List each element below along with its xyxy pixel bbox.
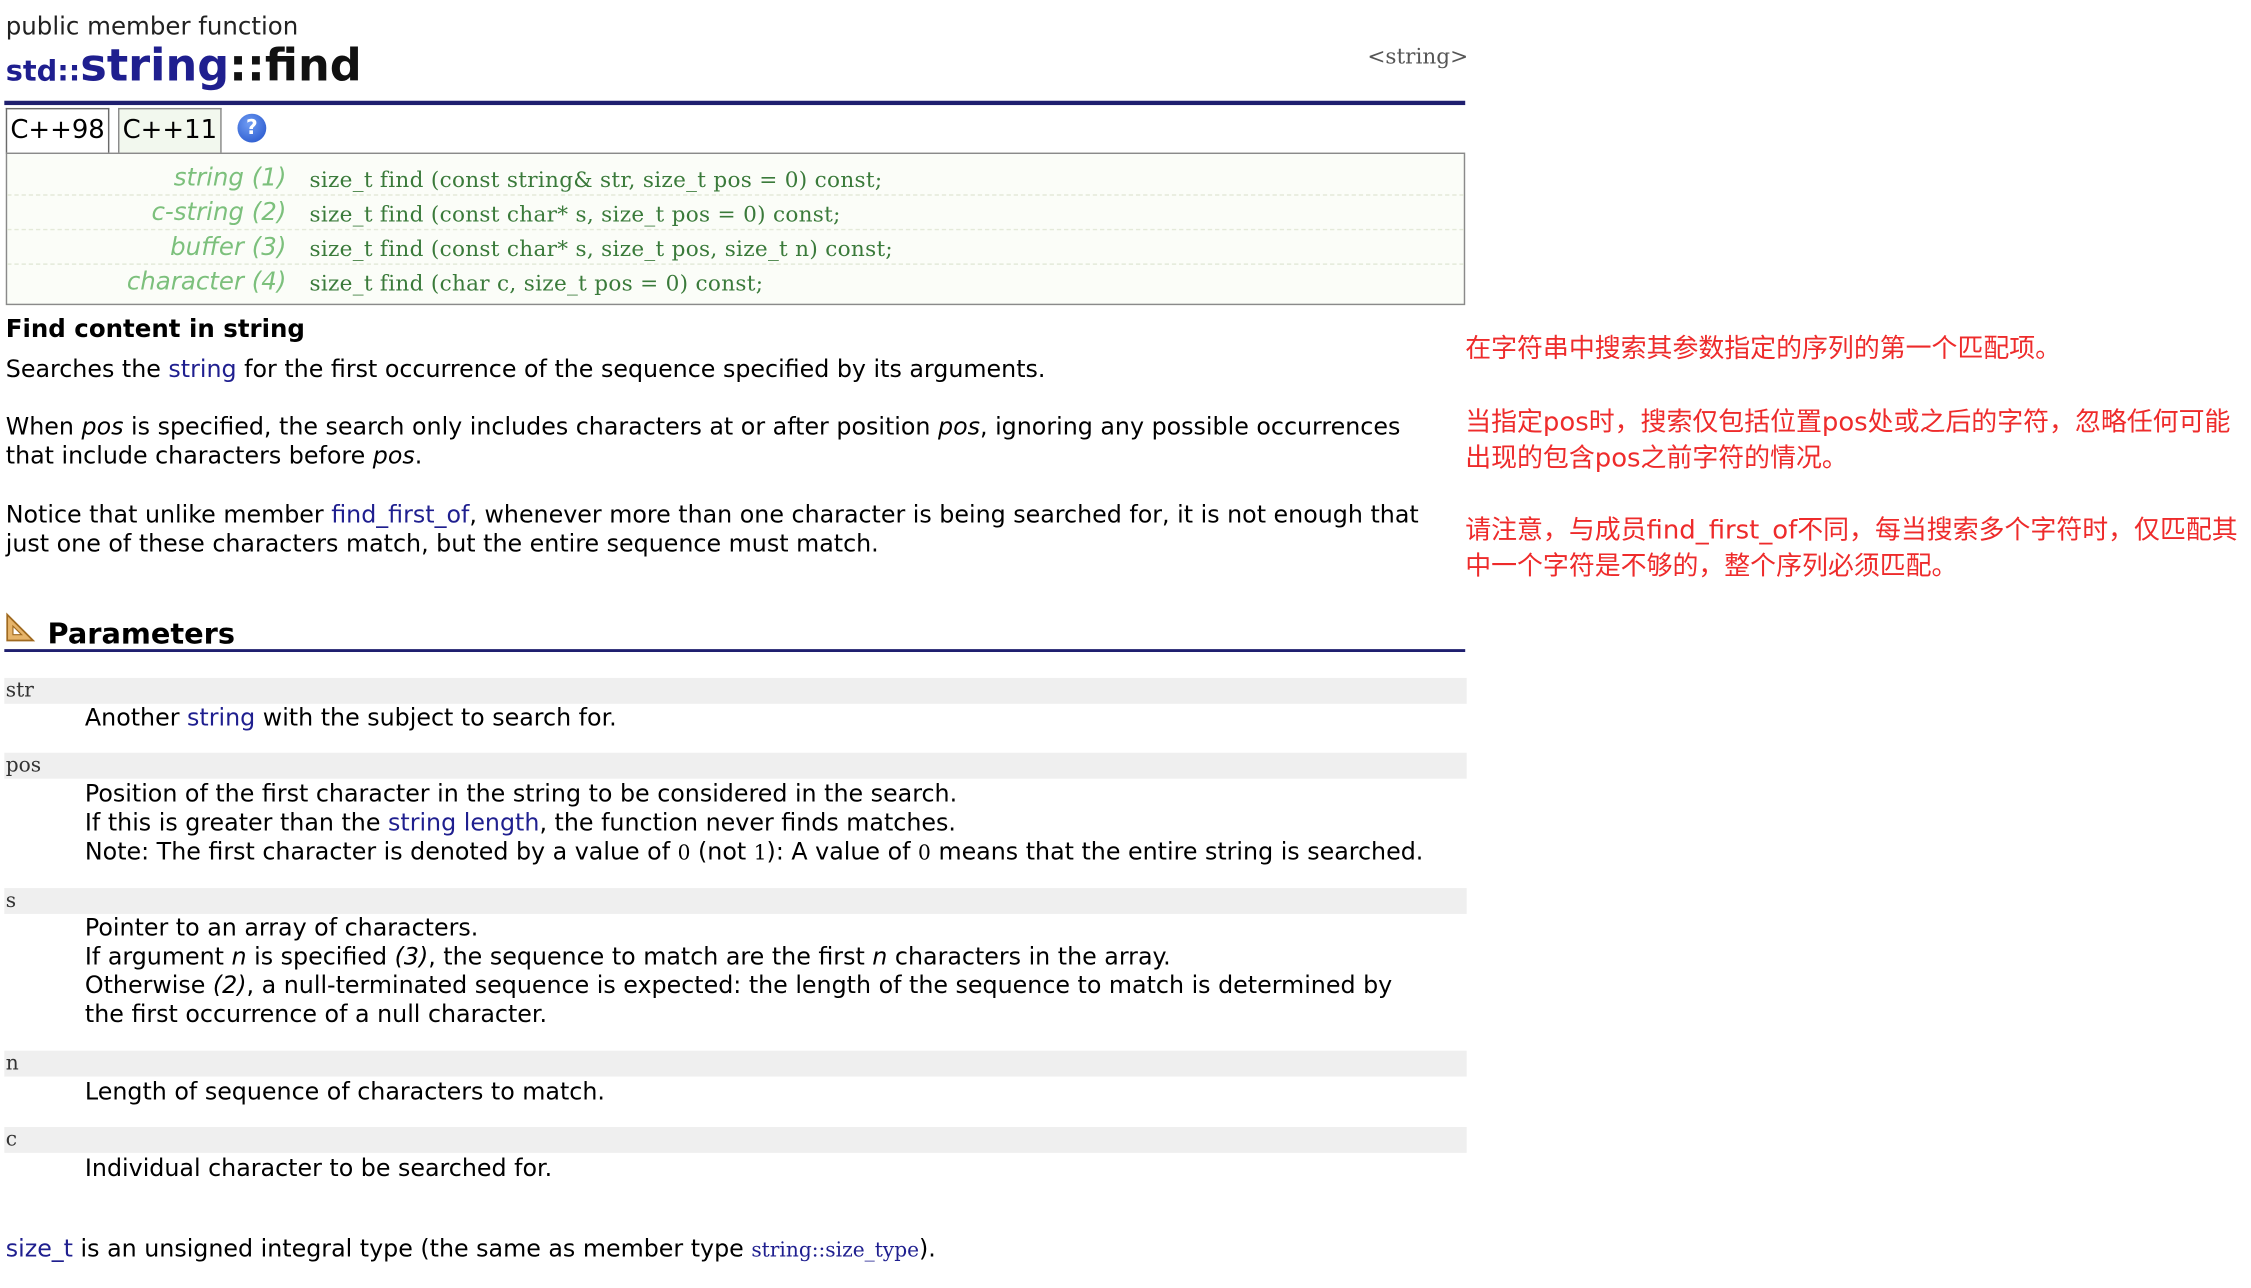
prototype-row: buffer (3) size_t find (const char* s, s… [7,229,1464,265]
title-namespace: std:: [5,53,81,88]
code-value: 0 [918,841,931,866]
text: the first occurrence of a null character… [84,1000,548,1028]
prototype-label: character (4) [126,267,287,297]
text: Pointer to an array of characters. [84,913,479,942]
description-paragraph: When pos is specified, the search only i… [6,413,1448,471]
size-t-note: size_t is an unsigned integral type (the… [6,1235,936,1265]
text: Position of the first character in the s… [84,780,958,808]
parameters-divider [4,649,1466,653]
text: If this is greater than the [84,808,389,837]
member-kind: public member function [5,12,299,42]
param-desc-pos: Position of the first character in the s… [85,780,1467,868]
text: , the sequence to match are the first [428,942,873,971]
text: . [414,441,423,470]
prototype-code: size_t find (char c, size_t pos = 0) con… [309,270,764,297]
text: ). [919,1234,936,1263]
code-value: 1 [753,841,767,866]
text: is specified, the search only includes c… [123,413,938,441]
param-ref: n [872,942,888,971]
text: (not [690,837,754,866]
prototype-row: string (1) size_t find (const string& st… [7,160,1464,196]
prototype-label: string (1) [173,164,287,193]
text: Another [84,703,188,732]
text: When [5,413,82,441]
header-divider [4,100,1466,106]
text: Otherwise [84,971,213,999]
tab-cpp11[interactable]: C++11 [118,107,222,155]
param-name-n: n [4,1050,1467,1077]
size-t-link[interactable]: size_t [6,1235,73,1262]
param-desc-s: Pointer to an array of characters. If ar… [85,914,1467,1029]
text: Note: The first character is denoted by … [84,837,678,866]
description-paragraph: Notice that unlike member find_first_of,… [6,501,1448,559]
param-desc-str: Another string with the subject to searc… [85,704,1467,733]
param-desc-c: Individual character to be searched for. [84,1154,553,1182]
prototype-row: c-string (2) size_t find (const char* s,… [7,194,1464,231]
tab-cpp98[interactable]: C++98 [5,107,110,155]
string-link[interactable]: string [187,704,255,731]
code-reference[interactable]: string::size_type [751,1239,919,1262]
text: Searches the [5,355,169,383]
text: , the function never finds matches. [539,808,956,837]
text: for the first occurrence of the sequence… [236,355,1046,383]
prototypes-box: string (1) size_t find (const string& st… [5,152,1466,306]
param-ref: n [231,942,247,971]
param-name-c: c [4,1126,1467,1153]
help-icon[interactable]: ? [237,113,267,143]
header-reference[interactable]: <string> [1367,43,1468,69]
title-separator: :: [229,40,265,93]
text: characters in the array. [887,942,1171,971]
page-title: std::string::find [6,40,362,92]
text-line: Note: The first character is denoted by … [85,838,1467,868]
parameters-heading: Parameters [47,616,236,651]
overload-ref: (2) [212,971,247,999]
prototype-code: size_t find (const string& str, size_t p… [309,166,883,193]
overload-ref: (3) [394,942,429,971]
text-line: Otherwise (2), a null-terminated sequenc… [85,972,1467,1001]
page: { "header": { "kind": "public member fun… [0,0,2251,1288]
annotation-note: 当指定pos时，搜索仅包括位置pos处或之后的字符，忽略任何可能出现的包含pos… [1465,407,2231,474]
param-ref: pos [372,441,415,470]
prototype-code: size_t find (const char* s, size_t pos, … [309,236,893,262]
prototype-row: character (4) size_t find (char c, size_… [7,263,1464,298]
text: ): A value of [766,837,919,866]
set-square-icon [6,612,36,642]
param-name-str: str [4,677,1467,704]
description-paragraph: Searches the string for the first occurr… [6,356,1448,385]
code-value: 0 [677,841,691,866]
prototype-label: buffer (3) [170,233,287,262]
text-line: If argument n is specified (3), the sequ… [85,943,1467,972]
text: , a null-terminated sequence is expected… [246,971,1393,999]
param-name-pos: pos [4,752,1467,779]
param-ref: pos [81,413,124,441]
find-first-of-link[interactable]: find_first_of [331,501,469,528]
string-link[interactable]: string [168,356,236,383]
param-ref: pos [937,413,980,441]
prototype-label: c-string (2) [151,198,287,228]
text: with the subject to search for. [255,703,617,732]
annotation-note: 在字符串中搜索其参数指定的序列的第一个匹配项。 [1465,333,2062,365]
title-function: find [264,40,362,93]
text: means that the entire string is searched… [930,837,1424,866]
param-desc-n: Length of sequence of characters to matc… [84,1078,605,1106]
title-class: string [80,40,230,93]
description-heading: Find content in string [5,315,305,344]
text: Notice that unlike member [5,500,332,529]
annotation-note: 请注意，与成员find_first_of不同，每当搜索多个字符时，仅匹配其中一个… [1465,515,2238,582]
text: If argument [84,942,232,971]
string-length-link[interactable]: string length [388,809,539,836]
text-line: If this is greater than the string lengt… [85,809,1467,838]
text: is an unsigned integral type (the same a… [72,1234,752,1263]
param-name-s: s [4,888,1467,914]
text: is specified [246,942,395,971]
prototype-code: size_t find (const char* s, size_t pos =… [309,201,841,228]
